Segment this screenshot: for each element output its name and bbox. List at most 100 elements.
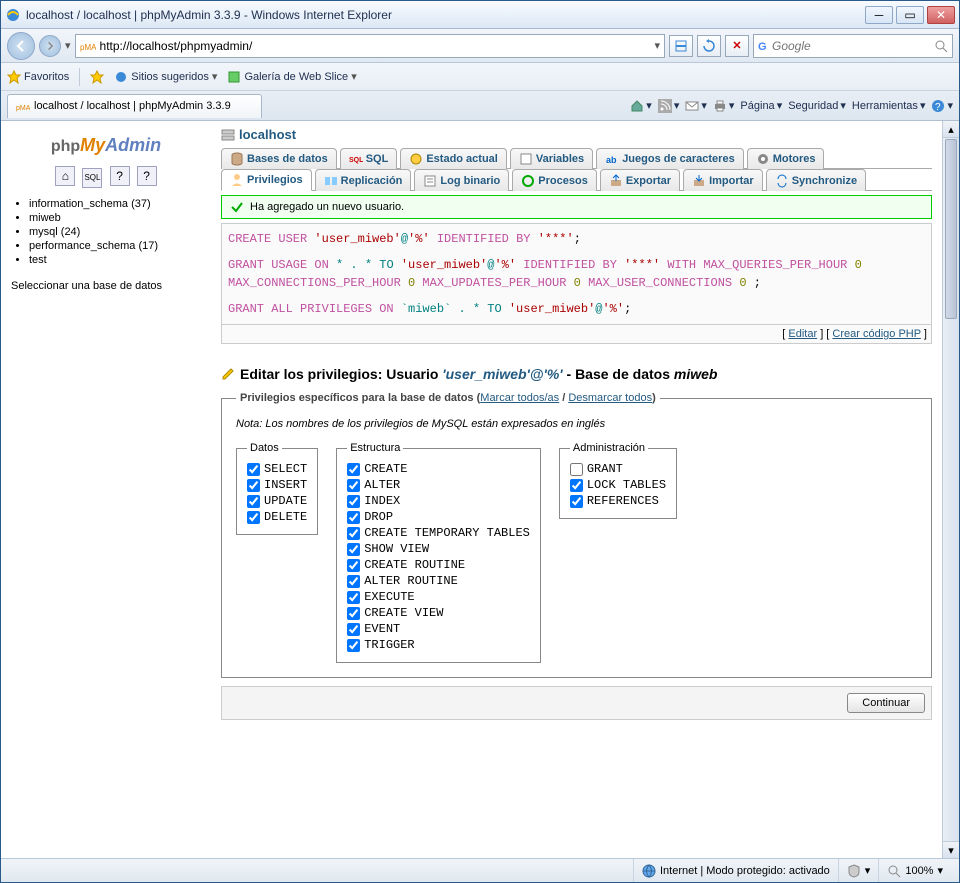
tab-import[interactable]: Importar <box>683 169 763 191</box>
continue-button[interactable]: Continuar <box>847 693 925 713</box>
address-bar[interactable]: pMA ▾ <box>75 34 665 58</box>
priv-checkbox[interactable]: CREATE VIEW <box>347 606 530 620</box>
svg-text:SQL: SQL <box>349 157 363 164</box>
tab-sql[interactable]: SQLSQL <box>340 148 398 169</box>
engine-icon <box>756 152 770 166</box>
priv-checkbox[interactable]: DROP <box>347 510 530 524</box>
help-button[interactable]: ?▾ <box>931 99 953 113</box>
minimize-button[interactable]: ─ <box>865 6 893 24</box>
proc-icon <box>521 174 535 188</box>
addfav-button[interactable] <box>90 70 104 84</box>
scroll-down-icon[interactable]: ▾ <box>943 841 959 858</box>
priv-checkbox[interactable]: ALTER <box>347 478 530 492</box>
sql-icon-button[interactable]: SQL <box>82 168 102 188</box>
search-icon[interactable] <box>934 39 948 53</box>
db-item[interactable]: test <box>29 254 201 266</box>
security-menu[interactable]: Seguridad ▾ <box>788 99 846 112</box>
privileges-fieldset: Privilegios específicos para la base de … <box>221 392 932 678</box>
tab-charsets[interactable]: abJuegos de caracteres <box>596 148 744 169</box>
db-item[interactable]: performance_schema (17) <box>29 240 201 252</box>
ie-small-icon <box>114 70 128 84</box>
webslice-gallery[interactable]: Galería de Web Slice ▾ <box>227 70 356 84</box>
favorites-button[interactable]: Favoritos <box>7 70 69 84</box>
tab-databases[interactable]: Bases de datos <box>221 148 337 169</box>
mail-icon <box>685 99 699 113</box>
address-input[interactable] <box>100 39 655 53</box>
uncheck-all-link[interactable]: Desmarcar todos <box>568 392 652 404</box>
svg-text:G: G <box>758 41 767 53</box>
tab-processes[interactable]: Procesos <box>512 169 597 191</box>
compat-view-button[interactable] <box>669 35 693 57</box>
server-header: localhost <box>221 127 932 142</box>
success-message: Ha agregado un nuevo usuario. <box>221 195 932 219</box>
vars-icon <box>519 152 533 166</box>
page-menu[interactable]: Página ▾ <box>740 99 782 112</box>
edit-sql-link[interactable]: Editar <box>788 328 817 340</box>
tab-status[interactable]: Estado actual <box>400 148 507 169</box>
docs-icon-button[interactable]: ? <box>110 166 130 186</box>
refresh-button[interactable] <box>697 35 721 57</box>
tab-binlog[interactable]: Log binario <box>414 169 509 191</box>
search-input[interactable] <box>772 39 934 53</box>
svg-text:pMA: pMA <box>16 105 30 112</box>
query-icon-button[interactable]: ? <box>137 166 157 186</box>
search-box[interactable]: G <box>753 34 953 58</box>
star-add-icon <box>90 70 104 84</box>
recent-dropdown-icon[interactable]: ▾ <box>65 39 71 52</box>
home-icon-button[interactable]: ⌂ <box>55 166 75 186</box>
db-item[interactable]: mysql (24) <box>29 226 201 238</box>
priv-checkbox[interactable]: REFERENCES <box>570 494 666 508</box>
priv-checkbox[interactable]: CREATE <box>347 462 530 476</box>
feeds-button[interactable]: ▾ <box>658 99 680 113</box>
browser-tabbar: pMA localhost / localhost | phpMyAdmin 3… <box>1 91 959 121</box>
db-item[interactable]: miweb <box>29 212 201 224</box>
tab-export[interactable]: Exportar <box>600 169 680 191</box>
globe-icon <box>642 864 656 878</box>
browser-statusbar: Internet | Modo protegido: activado ▾ 10… <box>1 858 959 882</box>
scroll-thumb[interactable] <box>945 139 957 319</box>
tab-synchronize[interactable]: Synchronize <box>766 169 866 191</box>
priv-checkbox[interactable]: GRANT <box>570 462 666 476</box>
stop-button[interactable]: ✕ <box>725 35 749 57</box>
scroll-up-icon[interactable]: ▴ <box>943 121 959 138</box>
forward-button[interactable] <box>39 35 61 57</box>
close-button[interactable]: ✕ <box>927 6 955 24</box>
status-protected-mode[interactable]: ▾ <box>838 859 879 882</box>
priv-checkbox[interactable]: EXECUTE <box>347 590 530 604</box>
tab-variables[interactable]: Variables <box>510 148 593 169</box>
tab-engines[interactable]: Motores <box>747 148 825 169</box>
check-all-link[interactable]: Marcar todos/as <box>480 392 559 404</box>
sql-icon: SQL <box>349 152 363 166</box>
mail-button[interactable]: ▾ <box>685 99 707 113</box>
priv-checkbox[interactable]: CREATE TEMPORARY TABLES <box>347 526 530 540</box>
address-dropdown-icon[interactable]: ▾ <box>654 39 660 52</box>
priv-checkbox[interactable]: SELECT <box>247 462 307 476</box>
priv-checkbox[interactable]: UPDATE <box>247 494 307 508</box>
rss-icon <box>658 99 672 113</box>
ie-icon <box>5 7 21 23</box>
priv-checkbox[interactable]: INSERT <box>247 478 307 492</box>
priv-checkbox[interactable]: TRIGGER <box>347 638 530 652</box>
browser-tab[interactable]: pMA localhost / localhost | phpMyAdmin 3… <box>7 94 262 118</box>
priv-checkbox[interactable]: CREATE ROUTINE <box>347 558 530 572</box>
priv-checkbox[interactable]: DELETE <box>247 510 307 524</box>
print-button[interactable]: ▾ <box>713 99 735 113</box>
zoom-control[interactable]: 100% ▾ <box>878 859 951 882</box>
back-button[interactable] <box>7 32 35 60</box>
maximize-button[interactable]: ▭ <box>896 6 924 24</box>
priv-icon <box>230 173 244 187</box>
priv-checkbox[interactable]: SHOW VIEW <box>347 542 530 556</box>
tools-menu[interactable]: Herramientas ▾ <box>852 99 926 112</box>
create-php-link[interactable]: Crear código PHP <box>832 328 920 340</box>
priv-checkbox[interactable]: ALTER ROUTINE <box>347 574 530 588</box>
priv-checkbox[interactable]: INDEX <box>347 494 530 508</box>
priv-checkbox[interactable]: LOCK TABLES <box>570 478 666 492</box>
db-item[interactable]: information_schema (37) <box>29 198 201 210</box>
suggested-sites[interactable]: Sitios sugeridos ▾ <box>114 70 217 84</box>
tab-replication[interactable]: Replicación <box>315 169 412 191</box>
tab-privileges[interactable]: Privilegios <box>221 169 312 191</box>
vertical-scrollbar[interactable]: ▴ ▾ <box>942 121 959 858</box>
priv-checkbox[interactable]: EVENT <box>347 622 530 636</box>
window-title: localhost / localhost | phpMyAdmin 3.3.9… <box>26 8 865 22</box>
home-button[interactable]: ▾ <box>630 99 652 113</box>
